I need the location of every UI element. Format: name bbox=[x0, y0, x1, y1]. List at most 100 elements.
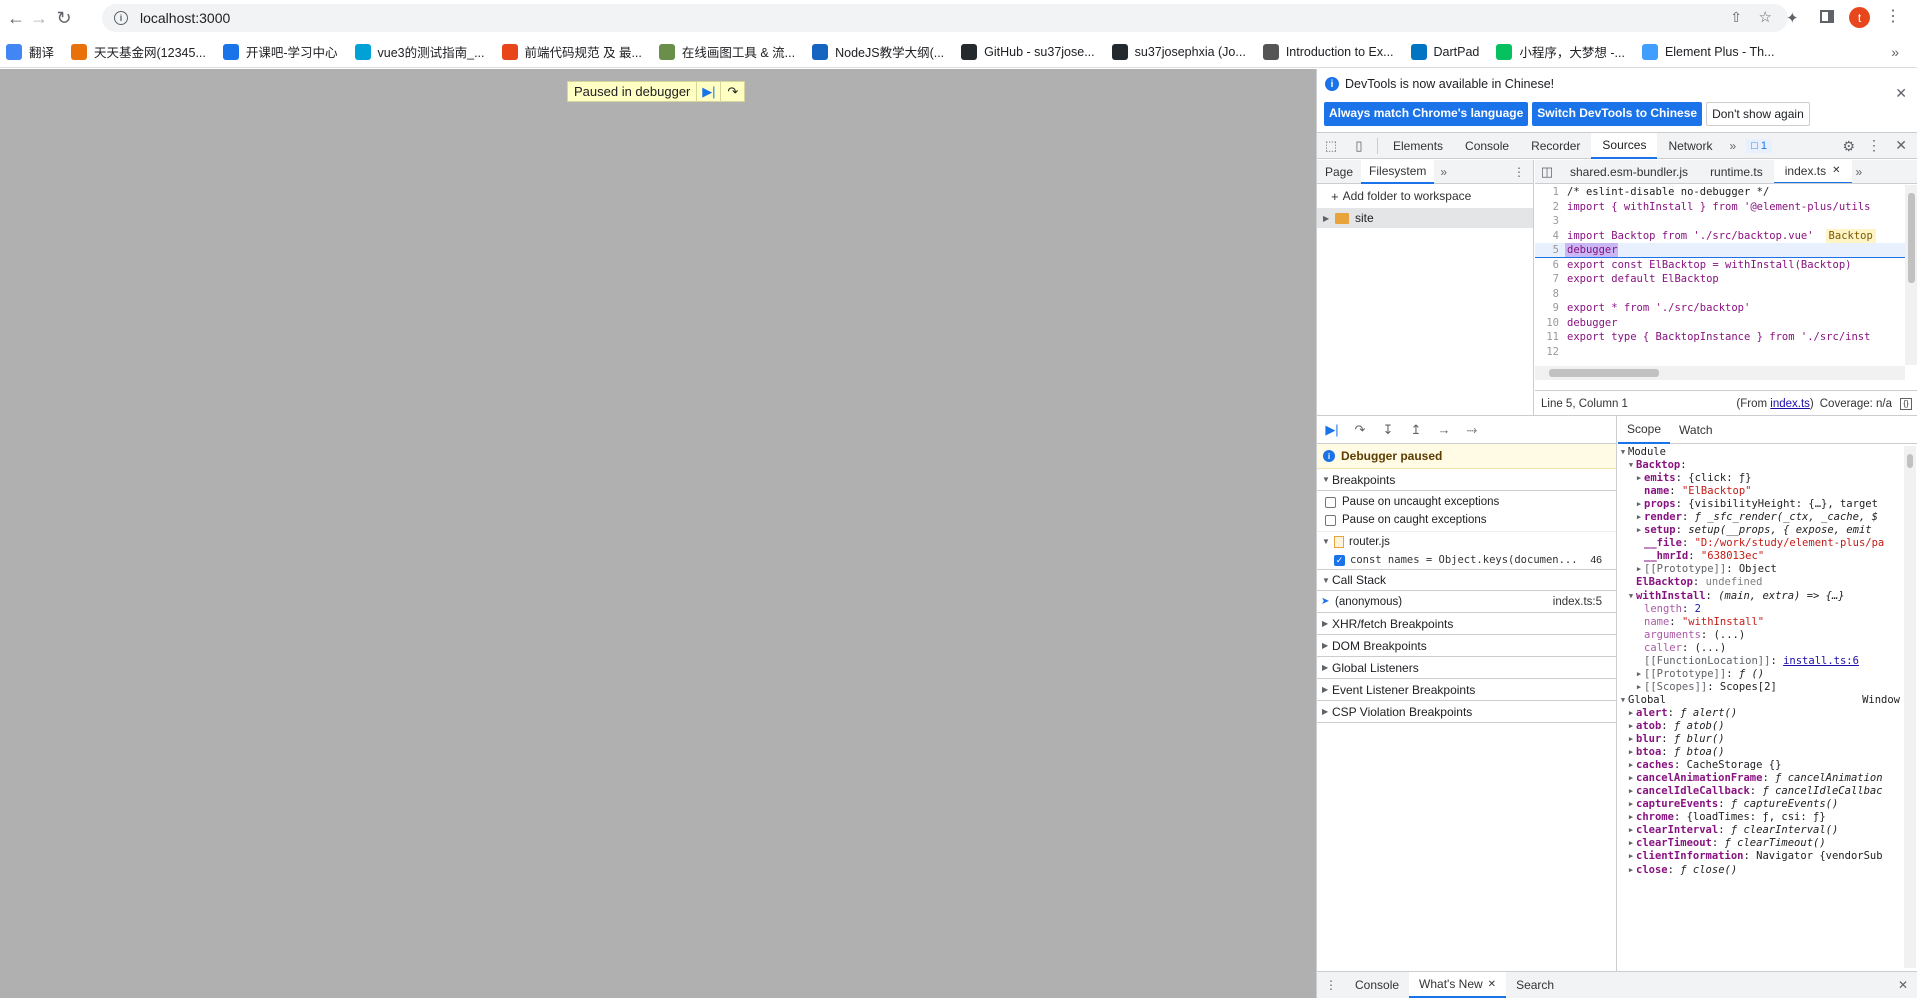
pause-uncaught-checkbox[interactable] bbox=[1325, 496, 1336, 508]
global-property-row[interactable]: ▶ captureEvents: ƒ captureEvents() bbox=[1618, 798, 1904, 811]
step-over-icon[interactable]: ↷ bbox=[720, 82, 744, 101]
url-text[interactable]: localhost:3000 bbox=[140, 10, 230, 26]
close-drawer-icon[interactable]: ✕ bbox=[1898, 978, 1908, 992]
code-line[interactable]: 7 export default ElBacktop bbox=[1535, 272, 1905, 287]
line-number[interactable]: 7 bbox=[1535, 272, 1565, 287]
global-property-row[interactable]: ▶ atob: ƒ atob() bbox=[1618, 720, 1904, 733]
scope-property-row[interactable]: caller: (...) bbox=[1618, 642, 1904, 655]
scope-property-row[interactable]: [[FunctionLocation]]: install.ts:6 bbox=[1618, 655, 1904, 668]
scope-property-row[interactable]: ElBacktop: undefined bbox=[1618, 576, 1904, 589]
scope-property-row[interactable]: length: 2 bbox=[1618, 603, 1904, 616]
code-line[interactable]: 9 export * from './src/backtop' bbox=[1535, 301, 1905, 316]
line-number[interactable]: 9 bbox=[1535, 301, 1565, 316]
bookmark-item[interactable]: 前端代码规范 及 最... bbox=[501, 42, 642, 61]
forward-arrow-icon[interactable]: → bbox=[27, 6, 51, 30]
scope-property-row[interactable]: ▼ withInstall: (main, extra) => {…} bbox=[1618, 590, 1904, 603]
scope-property-row[interactable]: ▶ props: {visibilityHeight: {…}, target bbox=[1618, 498, 1904, 511]
line-number[interactable]: 11 bbox=[1535, 330, 1565, 345]
property-value[interactable]: install.ts:6 bbox=[1783, 655, 1859, 668]
tab-recorder[interactable]: Recorder bbox=[1520, 133, 1591, 159]
close-tab-icon[interactable]: ✕ bbox=[1832, 165, 1840, 176]
scope-property-row[interactable]: ▶ render: ƒ _sfc_render(_ctx, _cache, $ bbox=[1618, 511, 1904, 524]
code-lines[interactable]: 1/* eslint-disable no-debugger */2 import… bbox=[1535, 185, 1905, 365]
line-number[interactable]: 4 bbox=[1535, 229, 1565, 244]
code-line[interactable]: 1/* eslint-disable no-debugger */ bbox=[1535, 185, 1905, 200]
debugger-section-header[interactable]: ▶ CSP Violation Breakpoints bbox=[1317, 701, 1616, 723]
resume-icon[interactable]: ▶‎| bbox=[696, 82, 720, 101]
global-property-row[interactable]: ▶ chrome: {loadTimes: ƒ, csi: ƒ} bbox=[1618, 811, 1904, 824]
inspect-element-icon[interactable]: ⬚ bbox=[1317, 133, 1345, 159]
scope-property-row[interactable]: ▼ Backtop: bbox=[1618, 459, 1904, 472]
pause-caught-row[interactable]: Pause on caught exceptions bbox=[1317, 511, 1616, 529]
line-number[interactable]: 3 bbox=[1535, 214, 1565, 229]
side-panel-icon[interactable] bbox=[1820, 10, 1834, 23]
bookmark-item[interactable]: Element Plus - Th... bbox=[1641, 43, 1774, 60]
editor-tab[interactable]: shared.esm-bundler.js bbox=[1559, 160, 1699, 183]
tab-network[interactable]: Network bbox=[1657, 133, 1723, 159]
toggle-navigator-icon[interactable]: ◫ bbox=[1535, 160, 1559, 183]
scope-property-row[interactable]: name: "withInstall" bbox=[1618, 616, 1904, 629]
scope-property-row[interactable]: ▶ [[Prototype]]: Object bbox=[1618, 563, 1904, 576]
drawer-tab-whats-new[interactable]: What's New ✕ bbox=[1409, 972, 1507, 998]
share-icon[interactable]: ⇧ bbox=[1730, 9, 1742, 26]
bookmark-item[interactable]: 开课吧-学习中心 bbox=[222, 42, 338, 61]
global-property-row[interactable]: ▶ caches: CacheStorage {} bbox=[1618, 759, 1904, 772]
line-number[interactable]: 10 bbox=[1535, 316, 1565, 331]
menu-kebab-icon[interactable]: ⋮ bbox=[1885, 6, 1901, 26]
line-number[interactable]: 8 bbox=[1535, 287, 1565, 302]
close-devtools-icon[interactable]: ✕ bbox=[1895, 137, 1907, 154]
scope-scrollbar[interactable] bbox=[1904, 446, 1916, 968]
code-line[interactable]: 8 bbox=[1535, 287, 1905, 302]
editor-tab-active[interactable]: index.ts ✕ bbox=[1773, 160, 1852, 183]
add-folder-row[interactable]: + Add folder to workspace bbox=[1317, 184, 1533, 208]
call-frame[interactable]: ➤ (anonymous) index.ts:5 bbox=[1317, 591, 1616, 613]
step-icon[interactable]: → bbox=[1433, 422, 1455, 437]
drawer-menu-icon[interactable]: ⋮ bbox=[1317, 978, 1345, 992]
bookmark-item[interactable]: su37josephxia (Jo... bbox=[1111, 43, 1246, 60]
bookmark-item[interactable]: NodeJS教学大纲(... bbox=[812, 42, 944, 61]
code-line[interactable]: 2 import { withInstall } from '@element-p… bbox=[1535, 200, 1905, 215]
code-line[interactable]: 5 debugger bbox=[1535, 243, 1905, 258]
global-property-row[interactable]: ▶ alert: ƒ alert() bbox=[1618, 707, 1904, 720]
site-info-icon[interactable]: i bbox=[114, 11, 128, 25]
code-line[interactable]: 12 bbox=[1535, 345, 1905, 360]
dont-show-again-button[interactable]: Don't show again bbox=[1706, 102, 1810, 126]
pause-uncaught-row[interactable]: Pause on uncaught exceptions bbox=[1317, 493, 1616, 511]
global-property-row[interactable]: ▶ blur: ƒ blur() bbox=[1618, 733, 1904, 746]
drawer-tab-console[interactable]: Console bbox=[1345, 972, 1409, 998]
tab-scope[interactable]: Scope bbox=[1618, 416, 1671, 444]
scope-global-row[interactable]: ▼ Global Window bbox=[1618, 694, 1904, 707]
tab-console[interactable]: Console bbox=[1454, 133, 1520, 159]
drawer-tab-search[interactable]: Search bbox=[1506, 972, 1564, 998]
line-number[interactable]: 12 bbox=[1535, 345, 1565, 360]
breakpoints-section-header[interactable]: ▼ Breakpoints bbox=[1317, 469, 1616, 491]
line-number[interactable]: 5 bbox=[1535, 243, 1565, 257]
tab-elements[interactable]: Elements bbox=[1382, 133, 1454, 159]
vertical-scrollbar[interactable] bbox=[1905, 185, 1917, 365]
global-property-row[interactable]: ▶ cancelIdleCallback: ƒ cancelIdleCallbac bbox=[1618, 785, 1904, 798]
bookmark-item[interactable]: 在线画图工具 & 流... bbox=[658, 42, 795, 61]
scope-property-row[interactable]: __file: "D:/work/study/element-plus/pa bbox=[1618, 537, 1904, 550]
global-property-row[interactable]: ▶ clearInterval: ƒ clearInterval() bbox=[1618, 824, 1904, 837]
bookmark-item[interactable]: 小程序，大梦想 -... bbox=[1496, 42, 1625, 61]
global-property-row[interactable]: ▶ cancelAnimationFrame: ƒ cancelAnimation bbox=[1618, 772, 1904, 785]
reload-icon[interactable]: ↻ bbox=[52, 6, 76, 30]
navigator-menu-icon[interactable]: ⋮ bbox=[1513, 165, 1525, 179]
close-tab-icon[interactable]: ✕ bbox=[1488, 979, 1496, 990]
step-out-icon[interactable]: ↥ bbox=[1405, 422, 1427, 438]
source-origin-link[interactable]: index.ts bbox=[1770, 398, 1810, 410]
close-icon[interactable]: ✕ bbox=[1895, 85, 1907, 102]
breakpoint-checkbox[interactable]: ✓ bbox=[1334, 554, 1345, 566]
more-editor-tabs-icon[interactable]: » bbox=[1856, 165, 1863, 179]
format-icon[interactable]: {} bbox=[1900, 397, 1912, 410]
extensions-icon[interactable]: ✦ bbox=[1786, 9, 1799, 27]
tab-filesystem[interactable]: Filesystem bbox=[1361, 159, 1435, 184]
breakpoint-entry[interactable]: ✓ const names = Object.keys(documen... 4… bbox=[1317, 551, 1616, 569]
back-arrow-icon[interactable]: ← bbox=[4, 6, 28, 30]
scope-property-row[interactable]: __hmrId: "638013ec" bbox=[1618, 550, 1904, 563]
global-property-row[interactable]: ▶ close: ƒ close() bbox=[1618, 864, 1904, 877]
scope-property-row[interactable]: ▶ setup: setup(__props, { expose, emit bbox=[1618, 524, 1904, 537]
code-line[interactable]: 10 debugger bbox=[1535, 316, 1905, 331]
scope-property-row[interactable]: ▶ [[Scopes]]: Scopes[2] bbox=[1618, 681, 1904, 694]
bookmark-item[interactable]: 天天基金网(12345... bbox=[71, 42, 206, 61]
